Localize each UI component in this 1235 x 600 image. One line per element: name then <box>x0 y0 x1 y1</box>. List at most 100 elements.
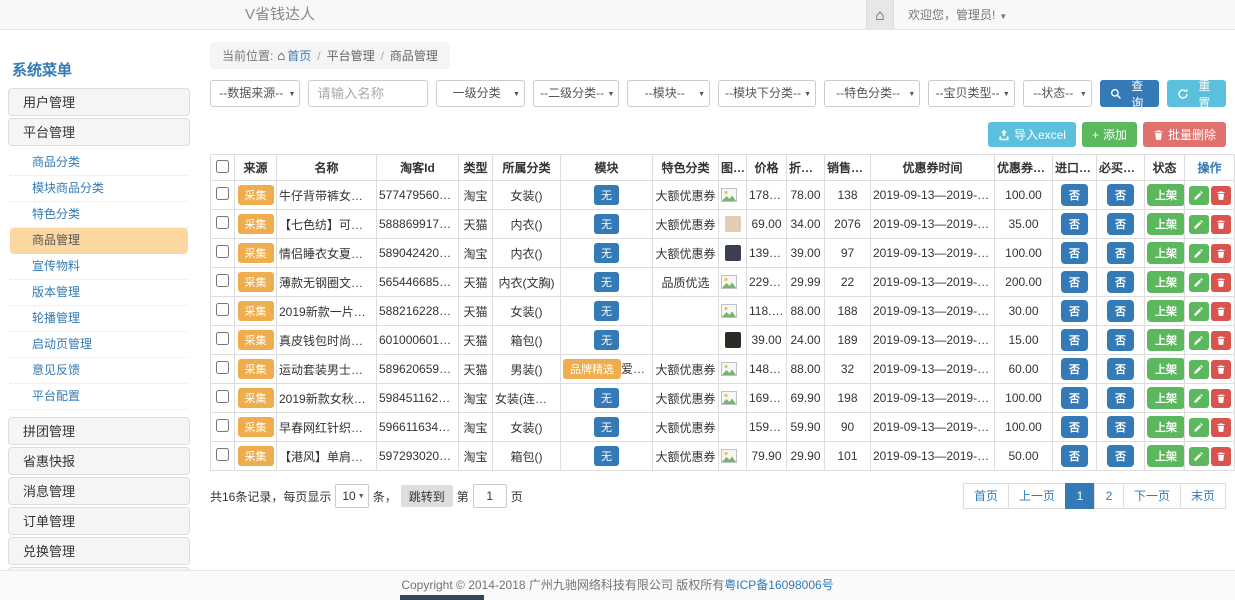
status-button[interactable]: 上架 <box>1147 387 1185 409</box>
name-search-input[interactable] <box>308 80 428 107</box>
edit-button[interactable] <box>1189 302 1209 321</box>
must-buy-toggle[interactable]: 否 <box>1107 300 1134 322</box>
sidebar-subitem[interactable]: 商品管理 <box>10 228 188 254</box>
status-button[interactable]: 上架 <box>1147 242 1185 264</box>
row-checkbox[interactable] <box>216 332 229 345</box>
sidebar-item[interactable]: 消息管理 <box>8 477 190 505</box>
import-select-toggle[interactable]: 否 <box>1061 300 1088 322</box>
sidebar-item-0[interactable]: 用户管理 <box>8 88 190 116</box>
import-excel-button[interactable]: 导入excel <box>988 122 1076 147</box>
status-button[interactable]: 上架 <box>1147 271 1185 293</box>
sidebar-subitem[interactable]: 启动页管理 <box>10 332 188 358</box>
import-select-toggle[interactable]: 否 <box>1061 445 1088 467</box>
status-button[interactable]: 上架 <box>1147 184 1185 206</box>
jump-button[interactable]: 跳转到 <box>401 485 453 507</box>
batch-delete-button[interactable]: 批量删除 <box>1143 122 1226 147</box>
import-select-toggle[interactable]: 否 <box>1061 213 1088 235</box>
sidebar-item[interactable]: 拼团管理 <box>8 417 190 445</box>
first-page-button[interactable]: 首页 <box>963 483 1009 509</box>
home-button[interactable]: ⌂ <box>866 0 894 30</box>
edit-button[interactable] <box>1189 273 1209 292</box>
import-select-toggle[interactable]: 否 <box>1061 387 1088 409</box>
must-buy-toggle[interactable]: 否 <box>1107 416 1134 438</box>
status-select[interactable]: --状态--▼ <box>1023 80 1092 107</box>
row-checkbox[interactable] <box>216 390 229 403</box>
sidebar-subitem[interactable]: 版本管理 <box>10 280 188 306</box>
sidebar-subitem[interactable]: 特色分类 <box>10 202 188 228</box>
row-checkbox[interactable] <box>216 274 229 287</box>
sidebar-subitem[interactable]: 轮播管理 <box>10 306 188 332</box>
item-type-select[interactable]: --宝贝类型--▼ <box>928 80 1015 107</box>
status-button[interactable]: 上架 <box>1147 213 1185 235</box>
add-button[interactable]: + 添加 <box>1082 122 1137 147</box>
delete-button[interactable] <box>1211 273 1231 292</box>
row-checkbox[interactable] <box>216 361 229 374</box>
must-buy-toggle[interactable]: 否 <box>1107 213 1134 235</box>
status-button[interactable]: 上架 <box>1147 329 1185 351</box>
row-checkbox[interactable] <box>216 448 229 461</box>
delete-button[interactable] <box>1211 389 1231 408</box>
row-checkbox[interactable] <box>216 419 229 432</box>
edit-button[interactable] <box>1189 389 1209 408</box>
sidebar-item[interactable]: 省惠快报 <box>8 447 190 475</box>
user-menu[interactable]: 欢迎您，管理员!▼ <box>894 0 1021 30</box>
page-number-input[interactable] <box>473 484 507 508</box>
edit-button[interactable] <box>1189 447 1209 466</box>
page-button-1[interactable]: 1 <box>1065 483 1095 509</box>
status-button[interactable]: 上架 <box>1147 358 1185 380</box>
edit-button[interactable] <box>1189 215 1209 234</box>
import-select-toggle[interactable]: 否 <box>1061 271 1088 293</box>
page-button-2[interactable]: 2 <box>1094 483 1124 509</box>
sidebar-item-1[interactable]: 平台管理 <box>8 118 190 146</box>
delete-button[interactable] <box>1211 186 1231 205</box>
search-button[interactable]: 查询 <box>1100 80 1159 107</box>
import-select-toggle[interactable]: 否 <box>1061 329 1088 351</box>
per-page-select[interactable]: 10▼ <box>335 484 368 508</box>
must-buy-toggle[interactable]: 否 <box>1107 329 1134 351</box>
delete-button[interactable] <box>1211 244 1231 263</box>
must-buy-toggle[interactable]: 否 <box>1107 387 1134 409</box>
breadcrumb-home-link[interactable]: 首页 <box>287 49 311 63</box>
import-select-toggle[interactable]: 否 <box>1061 242 1088 264</box>
delete-button[interactable] <box>1211 331 1231 350</box>
sidebar-item[interactable]: 兑换管理 <box>8 537 190 565</box>
status-button[interactable]: 上架 <box>1147 416 1185 438</box>
delete-button[interactable] <box>1211 418 1231 437</box>
must-buy-toggle[interactable]: 否 <box>1107 242 1134 264</box>
status-button[interactable]: 上架 <box>1147 445 1185 467</box>
must-buy-toggle[interactable]: 否 <box>1107 358 1134 380</box>
import-select-toggle[interactable]: 否 <box>1061 184 1088 206</box>
edit-button[interactable] <box>1189 418 1209 437</box>
select-all-checkbox[interactable] <box>216 160 229 173</box>
level2-category-select[interactable]: --二级分类--▼ <box>533 80 620 107</box>
must-buy-toggle[interactable]: 否 <box>1107 184 1134 206</box>
import-select-toggle[interactable]: 否 <box>1061 416 1088 438</box>
sidebar-subitem[interactable]: 模块商品分类 <box>10 176 188 202</box>
delete-button[interactable] <box>1211 447 1231 466</box>
delete-button[interactable] <box>1211 360 1231 379</box>
next-page-button[interactable]: 下一页 <box>1123 483 1181 509</box>
module-select[interactable]: --模块--▼ <box>627 80 710 107</box>
module-subcategory-select[interactable]: --模块下分类--▼ <box>718 80 816 107</box>
edit-button[interactable] <box>1189 360 1209 379</box>
delete-button[interactable] <box>1211 302 1231 321</box>
row-checkbox[interactable] <box>216 216 229 229</box>
feature-category-select[interactable]: --特色分类--▼ <box>824 80 920 107</box>
sidebar-item[interactable]: 订单管理 <box>8 507 190 535</box>
sidebar-subitem[interactable]: 意见反馈 <box>10 358 188 384</box>
sidebar-subitem[interactable]: 商品分类 <box>10 150 188 176</box>
last-page-button[interactable]: 末页 <box>1180 483 1226 509</box>
sidebar-subitem[interactable]: 平台配置 <box>10 384 188 410</box>
level1-category-select[interactable]: 一级分类▼ <box>436 80 524 107</box>
icp-link[interactable]: 粤ICP备16098006号 <box>724 578 833 592</box>
row-checkbox[interactable] <box>216 245 229 258</box>
data-source-select[interactable]: --数据来源--▼ <box>210 80 300 107</box>
prev-page-button[interactable]: 上一页 <box>1008 483 1066 509</box>
must-buy-toggle[interactable]: 否 <box>1107 271 1134 293</box>
edit-button[interactable] <box>1189 186 1209 205</box>
row-checkbox[interactable] <box>216 187 229 200</box>
edit-button[interactable] <box>1189 331 1209 350</box>
status-button[interactable]: 上架 <box>1147 300 1185 322</box>
must-buy-toggle[interactable]: 否 <box>1107 445 1134 467</box>
edit-button[interactable] <box>1189 244 1209 263</box>
